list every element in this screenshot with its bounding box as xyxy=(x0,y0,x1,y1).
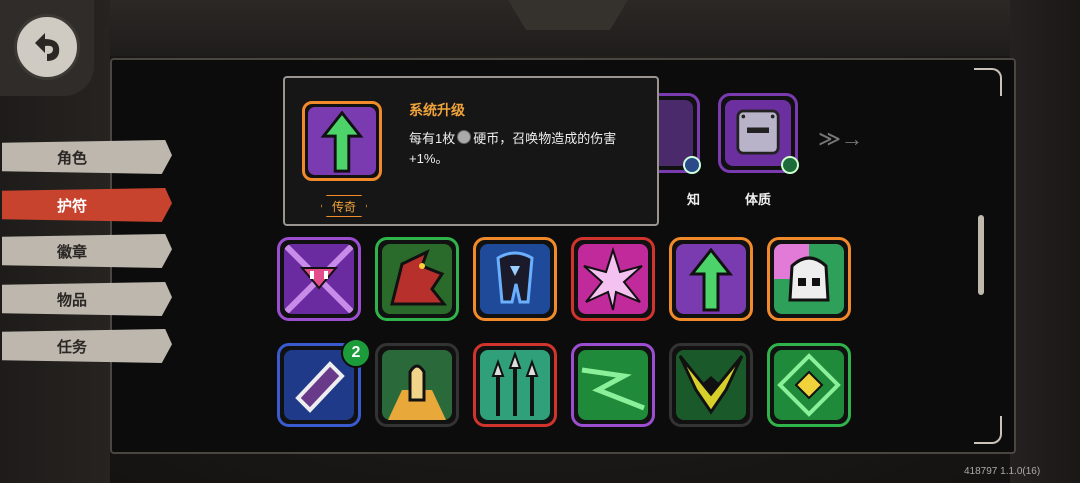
next-arrow-icon[interactable]: ≫→ xyxy=(818,126,863,152)
pink-burst-icon xyxy=(583,246,643,311)
tab-label: 任务 xyxy=(56,338,87,356)
ghost-face-icon xyxy=(774,244,830,302)
tab-badge[interactable]: 徽章 xyxy=(2,234,172,268)
purple-triangle-icon xyxy=(284,244,354,314)
golden-bullet-icon xyxy=(388,364,446,420)
count-badge: 2 xyxy=(341,338,371,368)
amulet-slot[interactable] xyxy=(277,237,361,321)
back-button[interactable] xyxy=(14,14,80,80)
rarity-badge: 传奇 xyxy=(321,195,367,217)
tab-label: 角色 xyxy=(56,149,87,167)
amulet-slot[interactable] xyxy=(767,343,851,427)
version-text: 418797 1.1.0(16) xyxy=(964,466,1041,477)
tab-label: 护符 xyxy=(56,197,87,215)
stat-label: 体质 xyxy=(744,192,771,207)
tooltip-description: 每有1枚 硬币，召唤物造成的伤害+1%。 xyxy=(409,129,641,169)
red-beast-icon xyxy=(390,249,448,306)
frame-notch xyxy=(508,0,628,30)
stat-slot-constitution[interactable] xyxy=(718,93,799,174)
item-tooltip: 系统升级 每有1枚 硬币，召唤物造成的伤害+1%。 传奇 xyxy=(283,76,659,226)
tab-amulet[interactable]: 护符 xyxy=(2,188,172,222)
amulet-slot[interactable] xyxy=(473,343,557,427)
amulet-slot[interactable] xyxy=(375,343,459,427)
tab-items[interactable]: 物品 xyxy=(2,282,172,316)
tab-tasks[interactable]: 任务 xyxy=(2,329,172,363)
tooltip-item-frame xyxy=(302,101,382,181)
amulet-slot[interactable] xyxy=(571,343,655,427)
star-tag-icon xyxy=(683,156,701,174)
shield-tag-icon xyxy=(781,156,799,174)
amulet-slot[interactable] xyxy=(473,237,557,321)
blue-tooth-icon xyxy=(496,251,534,304)
desc-prefix: 每有1枚 xyxy=(409,131,456,146)
tab-label: 物品 xyxy=(56,291,87,309)
green-lightning-icon xyxy=(581,367,645,411)
spears-icon xyxy=(491,351,539,416)
green-arrow-upgrade-icon xyxy=(320,110,364,173)
coin-icon xyxy=(457,130,472,144)
corner-ornament-icon xyxy=(974,416,1002,444)
back-button-frame xyxy=(0,0,94,96)
amulet-slot[interactable] xyxy=(767,237,851,321)
amulet-slot[interactable] xyxy=(375,237,459,321)
right-frame xyxy=(1010,0,1080,483)
amulet-slot[interactable] xyxy=(571,237,655,321)
tooltip-title: 系统升级 xyxy=(409,102,465,118)
top-frame xyxy=(90,0,1030,56)
horned-mask-icon xyxy=(678,355,744,415)
green-diamond-icon xyxy=(777,353,841,417)
amulet-slot[interactable] xyxy=(669,343,753,427)
amulet-slot[interactable] xyxy=(669,237,753,321)
scrollbar[interactable] xyxy=(978,215,984,295)
tab-character[interactable]: 角色 xyxy=(2,140,172,174)
corner-ornament-icon xyxy=(974,68,1002,96)
armor-plate-icon xyxy=(736,109,780,155)
back-arrow-icon xyxy=(35,33,60,61)
green-arrow-upgrade-icon xyxy=(688,247,734,312)
tab-label: 徽章 xyxy=(56,243,87,261)
